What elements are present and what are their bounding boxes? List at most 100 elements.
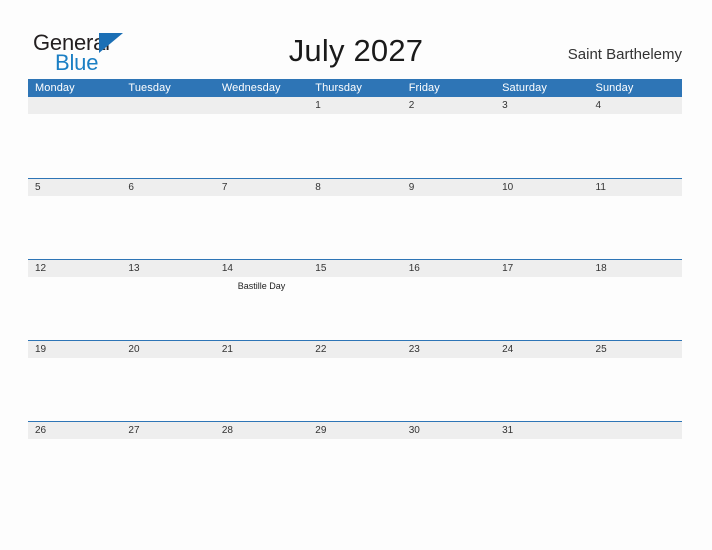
calendar-day-cell[interactable]: 8 [308, 177, 402, 259]
day-cell-inner: 2 [401, 97, 496, 178]
day-cell-inner: 18 [588, 259, 682, 340]
day-cell-inner [214, 97, 309, 178]
day-number: 7 [214, 178, 309, 196]
day-number: 14 [214, 259, 309, 277]
day-number: 10 [495, 178, 589, 196]
day-number: 31 [495, 421, 589, 439]
day-cell-inner [588, 421, 682, 443]
calendar-day-cell[interactable]: 21 [214, 339, 309, 421]
weekday-header-monday: Monday [28, 79, 122, 97]
day-cell-inner: 21 [214, 340, 309, 421]
calendar-day-cell[interactable]: 13 [121, 258, 215, 340]
calendar-day-cell[interactable]: 19 [28, 339, 122, 421]
day-number: 19 [28, 340, 122, 358]
calendar-day-cell[interactable]: 10 [495, 177, 589, 259]
day-cell-inner: 4 [588, 97, 682, 178]
day-number: 22 [308, 340, 402, 358]
day-number: 5 [28, 178, 122, 196]
day-number: 26 [28, 421, 122, 439]
page-header: General Blue July 2027 Saint Barthelemy [0, 0, 712, 79]
calendar-day-cell[interactable]: 1 [308, 97, 402, 178]
calendar-day-cell[interactable]: 22 [308, 339, 402, 421]
calendar-day-cell[interactable]: 29 [308, 420, 402, 443]
day-cell-inner: 25 [588, 340, 682, 421]
day-number [28, 97, 122, 114]
day-cell-inner: 31 [495, 421, 589, 443]
day-number [214, 97, 309, 114]
day-cell-inner: 17 [495, 259, 589, 340]
day-number: 6 [121, 178, 215, 196]
calendar-day-cell[interactable]: 26 [28, 420, 122, 443]
calendar-day-cell[interactable]: 6 [121, 177, 215, 259]
calendar-week-row: 5 6 7 8 9 10 11 [28, 177, 682, 259]
day-number: 29 [308, 421, 402, 439]
calendar-day-cell[interactable]: 3 [495, 97, 589, 178]
day-cell-inner: 28 [214, 421, 309, 443]
day-number: 28 [214, 421, 309, 439]
day-cell-inner: 3 [495, 97, 589, 178]
calendar-day-cell[interactable]: 5 [28, 177, 122, 259]
weekday-header-saturday: Saturday [495, 79, 589, 97]
day-cell-inner: 7 [214, 178, 309, 259]
calendar-day-cell[interactable]: 24 [495, 339, 589, 421]
day-number: 1 [308, 97, 402, 114]
calendar-week-row: 19 20 21 22 23 24 25 [28, 339, 682, 421]
calendar-day-cell[interactable]: 30 [401, 420, 496, 443]
day-cell-inner: 15 [308, 259, 402, 340]
day-number: 17 [495, 259, 589, 277]
day-events: Bastille Day [215, 277, 308, 292]
calendar-empty-cell [588, 420, 682, 443]
day-number: 23 [401, 340, 496, 358]
calendar-day-cell[interactable]: 14 Bastille Day [214, 258, 309, 340]
calendar-day-cell[interactable]: 28 [214, 420, 309, 443]
day-number: 21 [214, 340, 309, 358]
calendar-day-cell[interactable]: 7 [214, 177, 309, 259]
calendar-day-cell[interactable]: 17 [495, 258, 589, 340]
day-number: 16 [401, 259, 496, 277]
calendar-day-cell[interactable]: 23 [401, 339, 496, 421]
day-cell-inner: 29 [308, 421, 402, 443]
day-cell-inner: 24 [495, 340, 589, 421]
calendar-day-cell[interactable]: 25 [588, 339, 682, 421]
calendar-day-cell[interactable]: 31 [495, 420, 589, 443]
day-number: 20 [121, 340, 215, 358]
day-cell-inner: 5 [28, 178, 122, 259]
calendar-day-cell[interactable]: 20 [121, 339, 215, 421]
day-cell-inner: 16 [401, 259, 496, 340]
calendar-day-cell[interactable]: 9 [401, 177, 496, 259]
day-number: 11 [588, 178, 682, 196]
day-number: 4 [588, 97, 682, 114]
day-number: 15 [308, 259, 402, 277]
day-cell-inner: 19 [28, 340, 122, 421]
calendar-day-cell[interactable]: 15 [308, 258, 402, 340]
calendar-day-cell[interactable]: 27 [121, 420, 215, 442]
weekday-header-friday: Friday [401, 79, 496, 97]
day-cell-inner: 1 [308, 97, 402, 178]
day-number [121, 97, 215, 114]
day-number: 25 [588, 340, 682, 358]
day-cell-inner: 30 [401, 421, 496, 443]
calendar-grid: Monday Tuesday Wednesday Thursday Friday Satu… [28, 79, 682, 442]
calendar-day-cell[interactable]: 11 [588, 177, 682, 259]
calendar-day-cell[interactable]: 16 [401, 258, 496, 340]
day-number: 27 [121, 421, 215, 439]
calendar-week-row: 1234 [28, 97, 682, 178]
calendar-body: 1 2 3 4 5 6 7 8 9 10 11 12 13 14 Bastille Day 15 16 17 18 1… [28, 97, 682, 442]
calendar-day-cell[interactable]: 18 [588, 258, 682, 340]
calendar-week-row: 12 13 14 Bastille Day 15 16 17 18 [28, 258, 682, 340]
day-cell-inner: 10 [495, 178, 589, 259]
weekday-header-tuesday: Tuesday [121, 79, 215, 97]
day-cell-inner [121, 97, 215, 178]
weekday-header-thursday: Thursday [308, 79, 402, 97]
calendar-day-cell[interactable]: 4 [588, 97, 682, 178]
day-number: 18 [588, 259, 682, 277]
calendar-day-cell[interactable]: 12 [28, 258, 122, 340]
weekday-header-wednesday: Wednesday [214, 79, 309, 97]
day-cell-inner: 26 [28, 421, 122, 443]
day-number: 8 [308, 178, 402, 196]
location-label: Saint Barthelemy [567, 46, 682, 63]
calendar-day-cell[interactable]: 2 [401, 97, 496, 178]
day-number: 24 [495, 340, 589, 358]
day-number: 30 [401, 421, 496, 439]
event-label: Bastille Day [237, 280, 286, 291]
